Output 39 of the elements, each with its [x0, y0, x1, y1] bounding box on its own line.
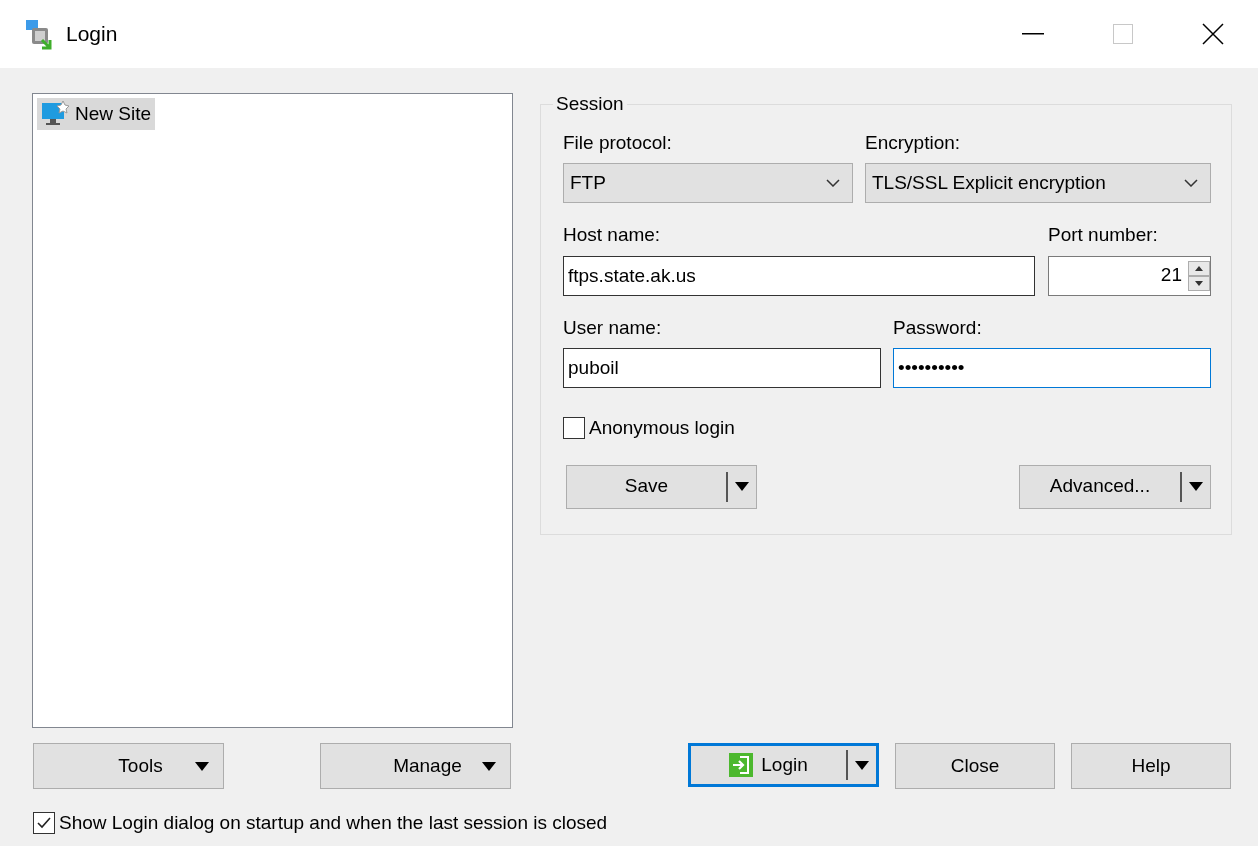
- maximize-icon: [1113, 24, 1133, 44]
- group-title: Session: [555, 92, 625, 116]
- split-button[interactable]: Login: [688, 743, 879, 787]
- menu-button[interactable]: Manage: [320, 743, 511, 789]
- checkbox[interactable]: [563, 417, 585, 440]
- field-label: File protocol:: [563, 130, 673, 155]
- caret-icon: [1189, 482, 1203, 491]
- caret-icon: [195, 761, 209, 771]
- chevron-icon: [1184, 179, 1198, 187]
- split-button[interactable]: Save: [566, 464, 757, 509]
- spin-field[interactable]: 21: [1048, 255, 1211, 296]
- dropdown[interactable]: FTP: [563, 163, 853, 203]
- monitor-icon: [41, 101, 69, 127]
- tree-item[interactable]: New Site: [37, 98, 156, 130]
- login-icon: [729, 753, 754, 777]
- field-label: Host name:: [563, 223, 662, 247]
- dialog-button[interactable]: Close: [895, 743, 1055, 789]
- caret-icon: [482, 761, 496, 771]
- caret-icon: [855, 760, 869, 770]
- menu-button[interactable]: Tools: [33, 743, 224, 789]
- chevron-icon: [826, 179, 840, 187]
- checkbox-label: Show Login dialog on startup and when the last session is closed: [59, 811, 608, 835]
- split-button[interactable]: Advanced...: [1019, 464, 1211, 509]
- field-label: Port number:: [1048, 223, 1159, 247]
- dropdown[interactable]: TLS/SSL Explicit encryption: [865, 163, 1211, 203]
- close-icon: [1202, 23, 1224, 45]
- checkbox-label: Anonymous login: [589, 416, 735, 440]
- caret-icon: [735, 482, 749, 491]
- minimize-icon: [1022, 33, 1044, 35]
- field-label: User name:: [563, 315, 663, 340]
- field-label: Encryption:: [865, 130, 962, 155]
- spinner-icon: [1188, 260, 1210, 291]
- checkbox[interactable]: [33, 812, 55, 835]
- input-field[interactable]: puboil: [563, 348, 881, 388]
- input-field[interactable]: ftps.state.ak.us: [563, 255, 1035, 296]
- field-label: Password:: [893, 315, 983, 340]
- window-title: Login: [66, 21, 118, 48]
- input-field[interactable]: ••••••••••: [893, 348, 1211, 388]
- dialog-button[interactable]: Help: [1071, 743, 1231, 789]
